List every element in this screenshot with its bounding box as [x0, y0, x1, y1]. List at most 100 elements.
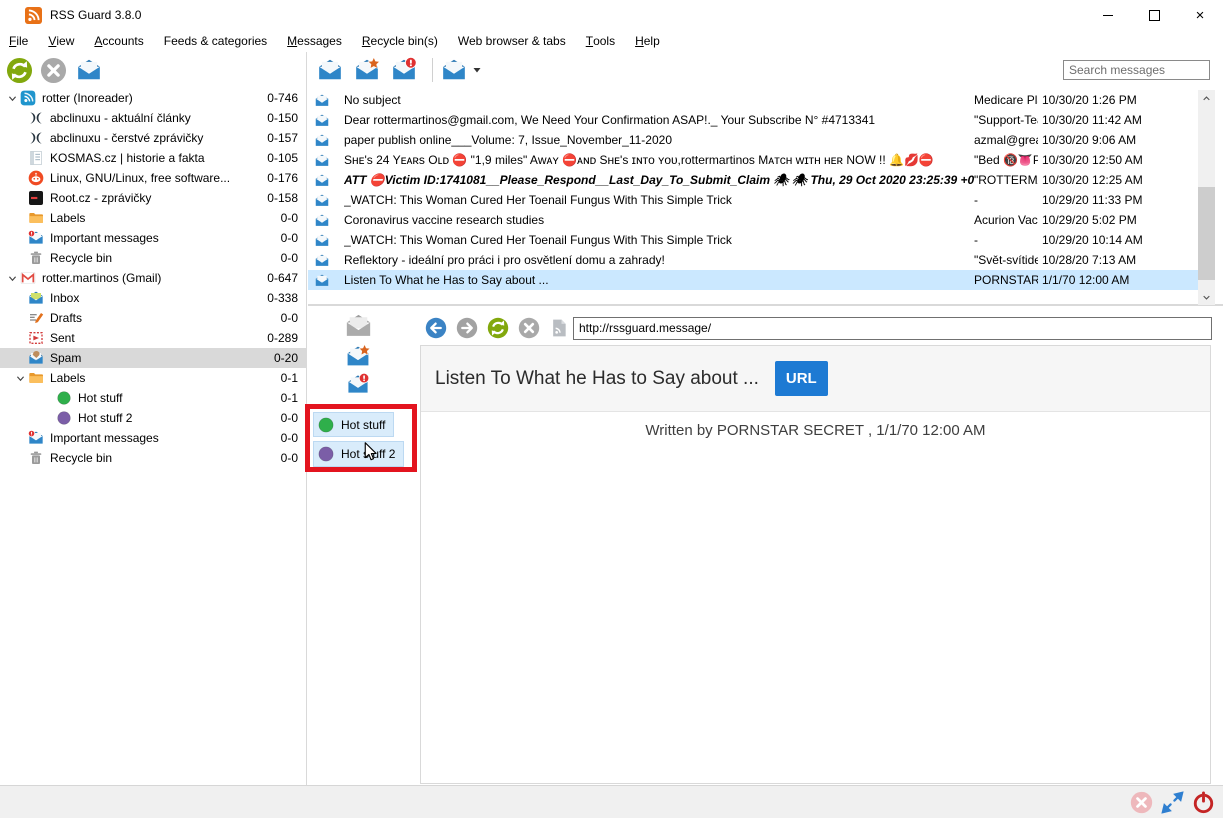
menu-item-view[interactable]: View [38, 30, 84, 52]
browser-nav-toolbar [425, 315, 1212, 341]
feed-row[interactable]: Important messages0-0 [0, 228, 306, 248]
dropdown-caret-icon[interactable] [473, 66, 481, 74]
feed-row[interactable]: Labels0-0 [0, 208, 306, 228]
indent-spacer [12, 172, 28, 184]
message-row[interactable]: ATT ⛔Victim ID:1741081__Please_Respond__… [308, 170, 1198, 190]
message-row[interactable]: _WATCH: This Woman Cured Her Toenail Fun… [308, 230, 1198, 250]
rootcz-icon [28, 190, 44, 206]
stop-update-button-stop-icon[interactable] [40, 57, 67, 84]
message-row[interactable]: Dear rottermartinos@gmail.com, We Need Y… [308, 110, 1198, 130]
article-url-button[interactable]: URL [775, 361, 828, 396]
fullscreen-button-expand-icon[interactable] [1161, 791, 1184, 814]
update-feeds-button-refresh-icon[interactable] [6, 57, 33, 84]
window-title: RSS Guard 3.8.0 [50, 8, 141, 22]
expand-chevron-icon[interactable] [4, 92, 20, 104]
indent-spacer [12, 212, 28, 224]
article-byline: Written by PORNSTAR SECRET , 1/1/70 12:0… [421, 412, 1210, 448]
mail-open-icon [314, 273, 330, 288]
stop-button-icon[interactable] [518, 317, 540, 339]
feed-row[interactable]: rotter (Inoreader)0-746 [0, 88, 306, 108]
message-subject: paper publish online___Volume: 7, Issue_… [344, 133, 974, 147]
message-row[interactable]: _WATCH: This Woman Cured Her Toenail Fun… [308, 190, 1198, 210]
feed-row[interactable]: Sent0-289 [0, 328, 306, 348]
feed-row[interactable]: Linux, GNU/Linux, free software...0-176 [0, 168, 306, 188]
feed-row[interactable]: rotter.martinos (Gmail)0-647 [0, 268, 306, 288]
maximize-icon [1149, 10, 1160, 21]
feed-row[interactable]: Recycle bin0-0 [0, 248, 306, 268]
message-list-scrollbar[interactable] [1198, 90, 1215, 305]
messages-toolbar [308, 52, 1223, 88]
feed-row[interactable]: Labels0-1 [0, 368, 306, 388]
message-row[interactable]: Listen To What he Has to Say about ...PO… [308, 270, 1198, 290]
feed-label: Labels [50, 211, 250, 225]
scrollbar-up-arrow-icon[interactable] [1198, 90, 1215, 106]
feed-unread-count: 0-1 [250, 371, 306, 385]
mark-important-button-icon[interactable] [352, 57, 382, 83]
mark-selected-read-button-icon[interactable] [315, 57, 345, 83]
menu-item-help[interactable]: Help [625, 30, 670, 52]
feed-row[interactable]: Root.cz - zprávičky0-158 [0, 188, 306, 208]
menu-item-file[interactable]: File [0, 30, 38, 52]
message-subject: No subject [344, 93, 974, 107]
status-bar [0, 785, 1223, 818]
mark-unread-button-mail-alert-icon[interactable] [345, 373, 371, 396]
feed-unread-count: 0-746 [250, 91, 306, 105]
close-tab-button-x-disabled-icon[interactable] [1130, 791, 1153, 814]
message-subject: Coronavirus vaccine research studies [344, 213, 974, 227]
forward-button-icon[interactable] [456, 317, 478, 339]
feed-row[interactable]: Hot stuff0-1 [0, 388, 306, 408]
expand-chevron-icon[interactable] [4, 272, 20, 284]
scrollbar-thumb[interactable] [1198, 187, 1215, 280]
feed-unread-count: 0-0 [250, 211, 306, 225]
menu-item-feeds-categories[interactable]: Feeds & categories [154, 30, 277, 52]
feed-row[interactable]: Drafts0-0 [0, 308, 306, 328]
mark-important-button-mail-star-icon[interactable] [344, 344, 372, 369]
feed-row[interactable]: KOSMAS.cz | historie a fakta0-105 [0, 148, 306, 168]
feed-unread-count: 0-105 [250, 151, 306, 165]
scrollbar-down-arrow-icon[interactable] [1198, 289, 1215, 305]
message-date: 10/29/20 11:33 PM [1038, 193, 1198, 207]
menu-item-web-browser-tabs[interactable]: Web browser & tabs [448, 30, 576, 52]
feed-row[interactable]: abclinuxu - čerstvé zprávičky0-157 [0, 128, 306, 148]
feed-row[interactable]: abclinuxu - aktuální články0-150 [0, 108, 306, 128]
message-row[interactable]: Coronavirus vaccine research studiesAcur… [308, 210, 1198, 230]
menu-item-messages[interactable]: Messages [277, 30, 352, 52]
search-input[interactable] [1063, 60, 1210, 80]
feed-label: Labels [50, 371, 250, 385]
message-actions-button-icon[interactable] [439, 57, 469, 83]
maximize-button[interactable] [1131, 0, 1177, 30]
message-row[interactable]: No subjectMedicare Plan <e...10/30/20 1:… [308, 90, 1198, 110]
toolbar-separator [432, 58, 433, 82]
feed-row[interactable]: Recycle bin0-0 [0, 448, 306, 468]
feed-unread-count: 0-289 [250, 331, 306, 345]
message-row[interactable]: paper publish online___Volume: 7, Issue_… [308, 130, 1198, 150]
article-title: Listen To What he Has to Say about ... [435, 368, 759, 390]
message-row[interactable]: Reflektory - ideální pro práci i pro osv… [308, 250, 1198, 270]
close-button[interactable]: × [1177, 0, 1223, 30]
message-sender: Medicare Plan <e... [974, 93, 1038, 107]
message-sender: "Svět-svítidel.cz" ... [974, 253, 1038, 267]
reload-button-icon[interactable] [487, 317, 509, 339]
feed-unread-count: 0-158 [250, 191, 306, 205]
mark-all-read-button-mail-open-icon[interactable] [74, 57, 104, 83]
mail-open-icon [314, 253, 330, 268]
message-date: 10/29/20 10:14 AM [1038, 233, 1198, 247]
menu-item-tools[interactable]: Tools [576, 30, 625, 52]
mark-read-button-mail-open-gray-icon [342, 312, 375, 340]
back-button-icon[interactable] [425, 317, 447, 339]
quit-button-power-icon[interactable] [1192, 791, 1215, 814]
article-header: Listen To What he Has to Say about ... U… [421, 346, 1210, 412]
message-date: 10/30/20 11:42 AM [1038, 113, 1198, 127]
minimize-button[interactable] [1085, 0, 1131, 30]
message-row[interactable]: Sʜᴇ's 24 Yᴇᴀʀs Oʟᴅ ⛔ "1,9 miles" Aᴡᴀʏ ⛔ᴀ… [308, 150, 1198, 170]
expand-chevron-icon[interactable] [12, 372, 28, 384]
feed-row[interactable]: Inbox0-338 [0, 288, 306, 308]
feed-row[interactable]: Spam0-20 [0, 348, 306, 368]
feed-row[interactable]: Hot stuff 20-0 [0, 408, 306, 428]
url-input[interactable] [573, 317, 1212, 340]
mark-unread-button-icon[interactable] [389, 57, 419, 83]
menu-item-accounts[interactable]: Accounts [84, 30, 153, 52]
menu-item-recycle-bin-s-[interactable]: Recycle bin(s) [352, 30, 448, 52]
feed-label: KOSMAS.cz | historie a fakta [50, 151, 250, 165]
feed-row[interactable]: Important messages0-0 [0, 428, 306, 448]
